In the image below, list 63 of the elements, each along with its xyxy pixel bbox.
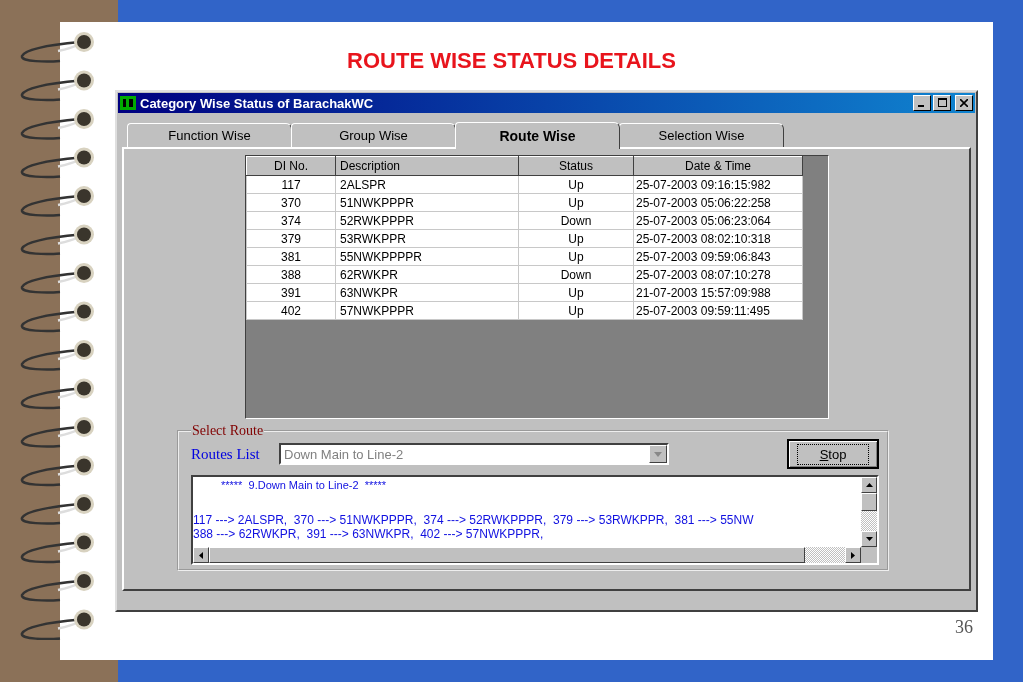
column-header: Status xyxy=(518,156,634,176)
output-line: 388 ---> 62RWKPR, 391 ---> 63NWKPR, 402 ---> 57NWKPPPR, xyxy=(193,527,545,541)
close-button[interactable] xyxy=(955,95,973,111)
table-cell: Up xyxy=(518,193,634,212)
column-header: Date & Time xyxy=(633,156,803,176)
minimize-button[interactable] xyxy=(913,95,931,111)
table-cell: 381 xyxy=(246,247,336,266)
column-header: Description xyxy=(335,156,519,176)
table-cell: 2ALSPR xyxy=(335,175,519,194)
routes-list-label: Routes List xyxy=(191,445,261,463)
table-cell: Up xyxy=(518,175,634,194)
table-cell: 52RWKPPPR xyxy=(335,211,519,230)
table-cell: 51NWKPPPR xyxy=(335,193,519,212)
column-header: DI No. xyxy=(246,156,336,176)
table-cell: 21-07-2003 15:57:09:988 xyxy=(633,283,803,302)
table-cell: 402 xyxy=(246,301,336,320)
table-cell: Up xyxy=(518,247,634,266)
tab[interactable]: Function Wise xyxy=(127,123,292,147)
output-line: 117 ---> 2ALSPR, 370 ---> 51NWKPPPR, 374 ---> 52RWKPPPR, 379 ---> 53RWKPPR, 381 ---> 55NW xyxy=(193,513,755,527)
scroll-thumb[interactable] xyxy=(861,493,877,511)
group-legend: Select Route xyxy=(191,423,265,439)
table-cell: 57NWKPPPR xyxy=(335,301,519,320)
scrollbar-corner xyxy=(861,547,877,563)
table-cell: 379 xyxy=(246,229,336,248)
table-cell: Down xyxy=(518,211,634,230)
page-number: 36 xyxy=(955,617,973,638)
table-cell: 25-07-2003 09:59:11:495 xyxy=(633,301,803,320)
stop-button[interactable]: Stop xyxy=(787,439,879,469)
table-cell: 117 xyxy=(246,175,336,194)
table-cell: 25-07-2003 05:06:23:064 xyxy=(633,211,803,230)
table-cell: 25-07-2003 08:07:10:278 xyxy=(633,265,803,284)
table-cell: 55NWKPPPPR xyxy=(335,247,519,266)
close-icon xyxy=(960,99,968,107)
table-cell: 25-07-2003 08:02:10:318 xyxy=(633,229,803,248)
table-cell: Up xyxy=(518,229,634,248)
table-cell: 25-07-2003 09:59:06:843 xyxy=(633,247,803,266)
table-cell: 25-07-2003 09:16:15:982 xyxy=(633,175,803,194)
window-title: Category Wise Status of BarachakWC xyxy=(140,95,374,111)
table-cell: Up xyxy=(518,283,634,302)
maximize-icon xyxy=(937,98,947,107)
table-cell: 388 xyxy=(246,265,336,284)
tab[interactable]: Route Wise xyxy=(455,122,620,149)
output-header: ***** 9.Down Main to Line-2 ***** xyxy=(220,479,388,493)
up-arrow-icon[interactable] xyxy=(865,483,873,487)
slide-title: ROUTE WISE STATUS DETAILS xyxy=(346,48,677,74)
table-cell: Up xyxy=(518,301,634,320)
app-icon xyxy=(120,96,136,110)
table-cell: 62RWKPR xyxy=(335,265,519,284)
right-arrow-icon[interactable] xyxy=(851,551,855,559)
table-cell: 374 xyxy=(246,211,336,230)
table-cell: Down xyxy=(518,265,634,284)
table-cell: 391 xyxy=(246,283,336,302)
table-cell: 63NWKPR xyxy=(335,283,519,302)
table-cell: 25-07-2003 05:06:22:258 xyxy=(633,193,803,212)
vertical-scrollbar[interactable] xyxy=(861,477,877,563)
tab[interactable]: Group Wise xyxy=(291,123,456,147)
dropdown-arrow-icon xyxy=(654,451,662,457)
left-arrow-icon[interactable] xyxy=(199,551,203,559)
table-cell: 53RWKPPR xyxy=(335,229,519,248)
tab[interactable]: Selection Wise xyxy=(619,123,784,147)
maximize-button[interactable] xyxy=(933,95,951,111)
table-cell: 370 xyxy=(246,193,336,212)
down-arrow-icon[interactable] xyxy=(865,537,873,541)
